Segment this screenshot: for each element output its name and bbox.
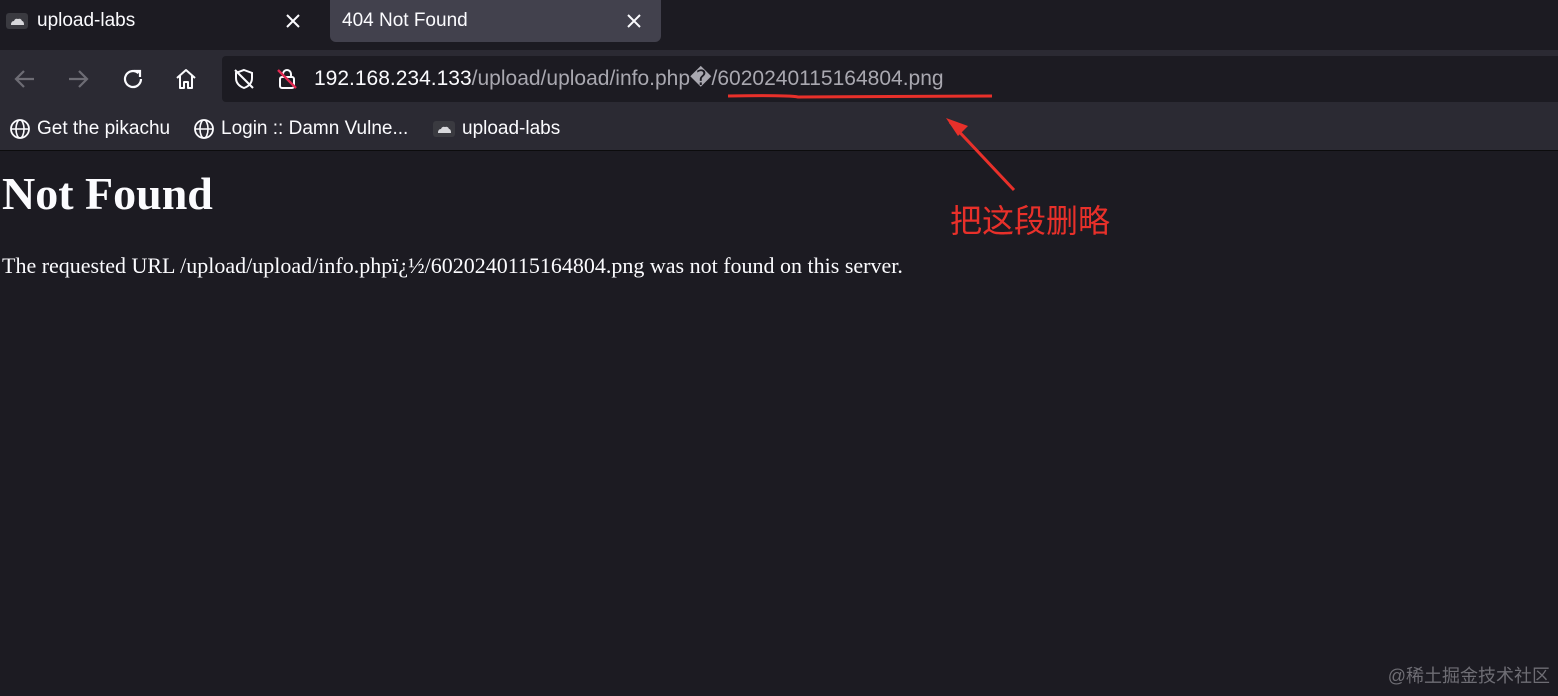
annotation-underline: [728, 94, 992, 99]
globe-icon: [10, 119, 30, 139]
tab-404-not-found[interactable]: 404 Not Found: [330, 0, 661, 42]
tab-upload-labs[interactable]: upload-labs: [0, 0, 320, 42]
tab-title: 404 Not Found: [342, 10, 468, 31]
bookmark-label: Login :: Damn Vulne...: [221, 118, 409, 139]
bookmark-login-dvwa[interactable]: Login :: Damn Vulne...: [193, 118, 408, 140]
watermark: @稀土掘金技术社区: [1387, 666, 1550, 686]
globe-icon: [194, 119, 214, 139]
error-message: The requested URL /upload/upload/info.ph…: [2, 253, 903, 278]
forward-arrow-icon: [69, 70, 89, 88]
reload-button[interactable]: [118, 64, 148, 94]
url-text[interactable]: 192.168.234.133/upload/upload/info.php�/…: [314, 66, 944, 91]
url-bar[interactable]: 192.168.234.133/upload/upload/info.php�/…: [222, 56, 1558, 102]
close-icon[interactable]: [284, 12, 302, 30]
tab-title: upload-labs: [37, 10, 136, 31]
bookmarks-toolbar: Get the pikachu Login :: Damn Vulne... u…: [0, 108, 1558, 151]
annotation-arrow: [946, 118, 1016, 192]
page-title: Not Found: [2, 168, 213, 219]
insecure-lock-icon[interactable]: [275, 67, 299, 91]
tracking-protection-icon[interactable]: [232, 67, 256, 91]
back-button[interactable]: [10, 64, 40, 94]
url-path: /upload/upload/info.php�/602024011516480…: [471, 67, 944, 90]
annotation-text: 把这段删略: [950, 203, 1111, 239]
navigation-toolbar: 192.168.234.133/upload/upload/info.php�/…: [0, 50, 1558, 108]
cloud-favicon-icon: [433, 121, 455, 137]
back-arrow-icon: [14, 70, 34, 88]
cloud-favicon-icon: [6, 13, 28, 29]
home-icon: [176, 69, 196, 89]
bookmark-label: Get the pikachu: [37, 118, 171, 139]
reload-icon: [123, 69, 143, 89]
bookmark-label: upload-labs: [462, 118, 561, 139]
close-icon[interactable]: [625, 12, 643, 30]
forward-button[interactable]: [63, 64, 93, 94]
home-button[interactable]: [171, 64, 201, 94]
bookmark-get-the-pikachu[interactable]: Get the pikachu: [9, 118, 170, 140]
tab-strip: upload-labs 404 Not Found: [0, 0, 1558, 50]
page-content: Not Found The requested URL /upload/uplo…: [0, 151, 1558, 696]
url-host: 192.168.234.133: [314, 67, 472, 90]
bookmark-upload-labs[interactable]: upload-labs: [432, 118, 560, 140]
